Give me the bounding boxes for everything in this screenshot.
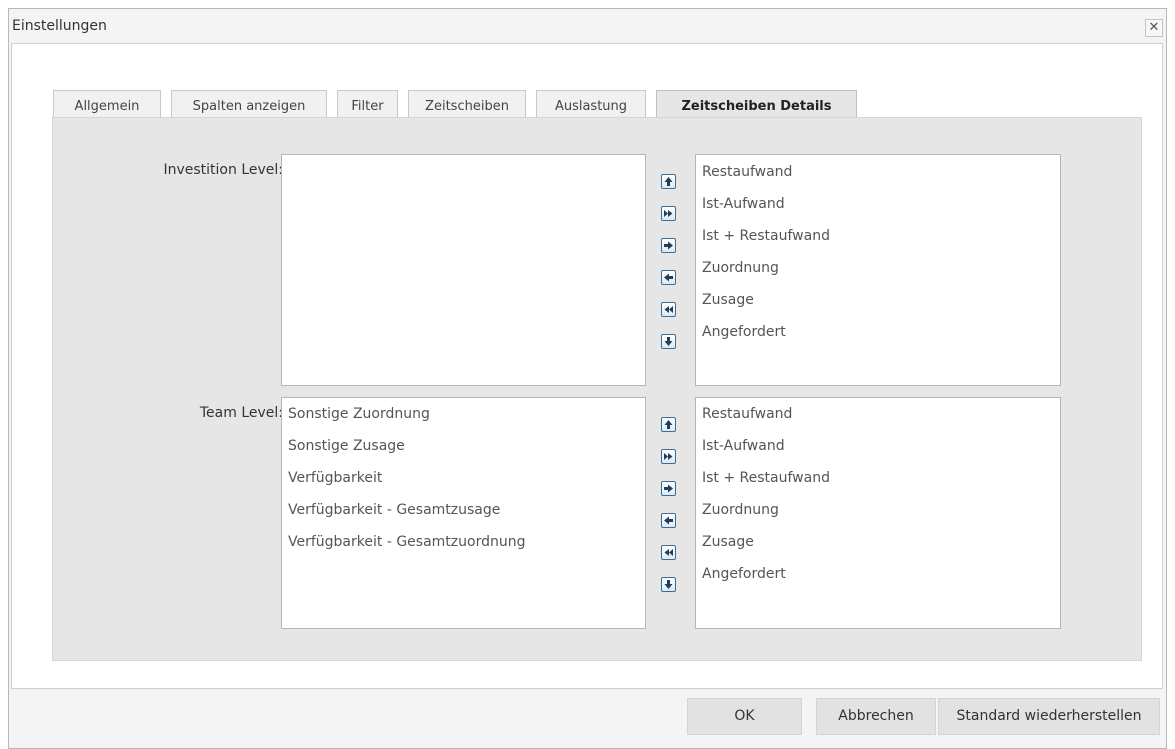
move-all-left-icon — [664, 549, 673, 556]
team-available-list[interactable]: Sonstige Zuordnung Sonstige Zusage Verfü… — [281, 397, 646, 629]
close-x-icon: ✕ — [1148, 20, 1160, 35]
dialog-content: Allgemein Spalten anzeigen Filter Zeitsc… — [11, 43, 1163, 689]
list-item[interactable]: Verfügbarkeit - Gesamtzusage — [288, 502, 500, 518]
cancel-button[interactable]: Abbrechen — [816, 698, 936, 735]
move-down-icon — [664, 580, 673, 589]
team-move-all-left-button[interactable] — [661, 545, 676, 560]
investition-move-left-button[interactable] — [661, 270, 676, 285]
investition-move-all-right-button[interactable] — [661, 206, 676, 221]
list-item[interactable]: Ist-Aufwand — [702, 196, 785, 212]
list-item[interactable]: Angefordert — [702, 324, 786, 340]
investition-move-down-button[interactable] — [661, 334, 676, 349]
investition-transfer-buttons — [661, 174, 678, 349]
team-move-down-button[interactable] — [661, 577, 676, 592]
list-item[interactable]: Ist + Restaufwand — [702, 228, 830, 244]
list-item[interactable]: Verfügbarkeit — [288, 470, 382, 486]
list-item[interactable]: Angefordert — [702, 566, 786, 582]
settings-dialog: Einstellungen ✕ Allgemein Spalten anzeig… — [8, 8, 1167, 749]
list-item[interactable]: Ist + Restaufwand — [702, 470, 830, 486]
list-item[interactable]: Ist-Aufwand — [702, 438, 785, 454]
tab-panel-zeitscheiben-details: Investition Level: Restaufwand Ist-Aufwa… — [52, 117, 1142, 661]
move-right-icon — [664, 241, 673, 250]
investition-move-all-left-button[interactable] — [661, 302, 676, 317]
move-all-right-icon — [664, 453, 673, 460]
move-left-icon — [664, 273, 673, 282]
reset-defaults-button[interactable]: Standard wiederherstellen — [938, 698, 1160, 735]
close-button[interactable]: ✕ — [1145, 19, 1163, 37]
investition-move-right-button[interactable] — [661, 238, 676, 253]
list-item[interactable]: Sonstige Zusage — [288, 438, 405, 454]
list-item[interactable]: Sonstige Zuordnung — [288, 406, 430, 422]
list-item[interactable]: Zuordnung — [702, 502, 779, 518]
team-transfer-buttons — [661, 417, 678, 592]
move-left-icon — [664, 516, 673, 525]
team-selected-list[interactable]: Restaufwand Ist-Aufwand Ist + Restaufwan… — [695, 397, 1061, 629]
investition-level-label: Investition Level: — [163, 162, 283, 178]
team-level-label: Team Level: — [199, 405, 283, 421]
team-move-right-button[interactable] — [661, 481, 676, 496]
dialog-title: Einstellungen — [12, 18, 107, 34]
ok-button[interactable]: OK — [687, 698, 802, 735]
list-item[interactable]: Restaufwand — [702, 164, 792, 180]
move-all-right-icon — [664, 210, 673, 217]
team-move-up-button[interactable] — [661, 417, 676, 432]
investition-available-list[interactable] — [281, 154, 646, 386]
list-item[interactable]: Zuordnung — [702, 260, 779, 276]
list-item[interactable]: Restaufwand — [702, 406, 792, 422]
move-right-icon — [664, 484, 673, 493]
list-item[interactable]: Zusage — [702, 292, 754, 308]
investition-selected-list[interactable]: Restaufwand Ist-Aufwand Ist + Restaufwan… — [695, 154, 1061, 386]
move-up-icon — [664, 177, 673, 186]
list-item[interactable]: Zusage — [702, 534, 754, 550]
move-all-left-icon — [664, 306, 673, 313]
team-move-left-button[interactable] — [661, 513, 676, 528]
move-down-icon — [664, 337, 673, 346]
move-up-icon — [664, 420, 673, 429]
investition-move-up-button[interactable] — [661, 174, 676, 189]
list-item[interactable]: Verfügbarkeit - Gesamtzuordnung — [288, 534, 525, 550]
dialog-titlebar: Einstellungen ✕ — [9, 9, 1166, 43]
team-move-all-right-button[interactable] — [661, 449, 676, 464]
